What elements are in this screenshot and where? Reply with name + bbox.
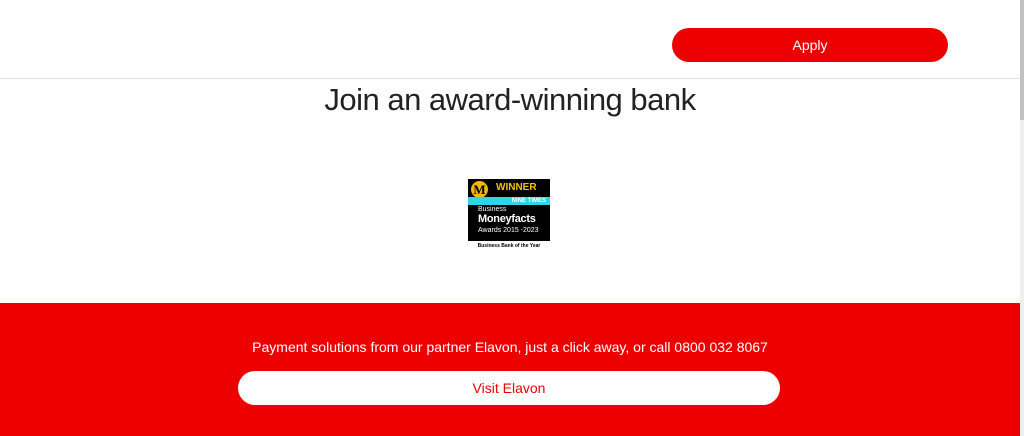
section-heading: Join an award-winning bank bbox=[324, 82, 696, 117]
apply-button[interactable]: Apply bbox=[672, 28, 948, 62]
visit-elavon-button[interactable]: Visit Elavon bbox=[238, 371, 780, 405]
award-nine-times-band: NINE TIMES bbox=[468, 197, 550, 205]
moneyfacts-logo-icon: M bbox=[471, 181, 488, 198]
moneyfacts-award-badge: M WINNER NINE TIMES Business Moneyfacts … bbox=[466, 179, 552, 251]
award-winner-label: WINNER bbox=[496, 182, 537, 193]
award-business-label: Business bbox=[478, 206, 507, 213]
sticky-header-bar: Apply bbox=[0, 0, 1020, 79]
award-caption: Business Bank of the Year bbox=[477, 243, 541, 249]
partner-description: Payment solutions from our partner Elavo… bbox=[252, 339, 768, 355]
award-years-label: Awards 2015 -2023 bbox=[478, 227, 539, 234]
scrollbar-thumb[interactable] bbox=[1020, 0, 1024, 120]
page-scrollbar[interactable] bbox=[1020, 0, 1024, 436]
award-moneyfacts-label: Moneyfacts bbox=[478, 213, 536, 225]
page: Apply Join an award-winning bank M WINNE… bbox=[0, 0, 1024, 436]
award-badge-panel: M WINNER NINE TIMES Business Moneyfacts … bbox=[468, 179, 550, 241]
partner-banner: Payment solutions from our partner Elavo… bbox=[0, 303, 1020, 436]
